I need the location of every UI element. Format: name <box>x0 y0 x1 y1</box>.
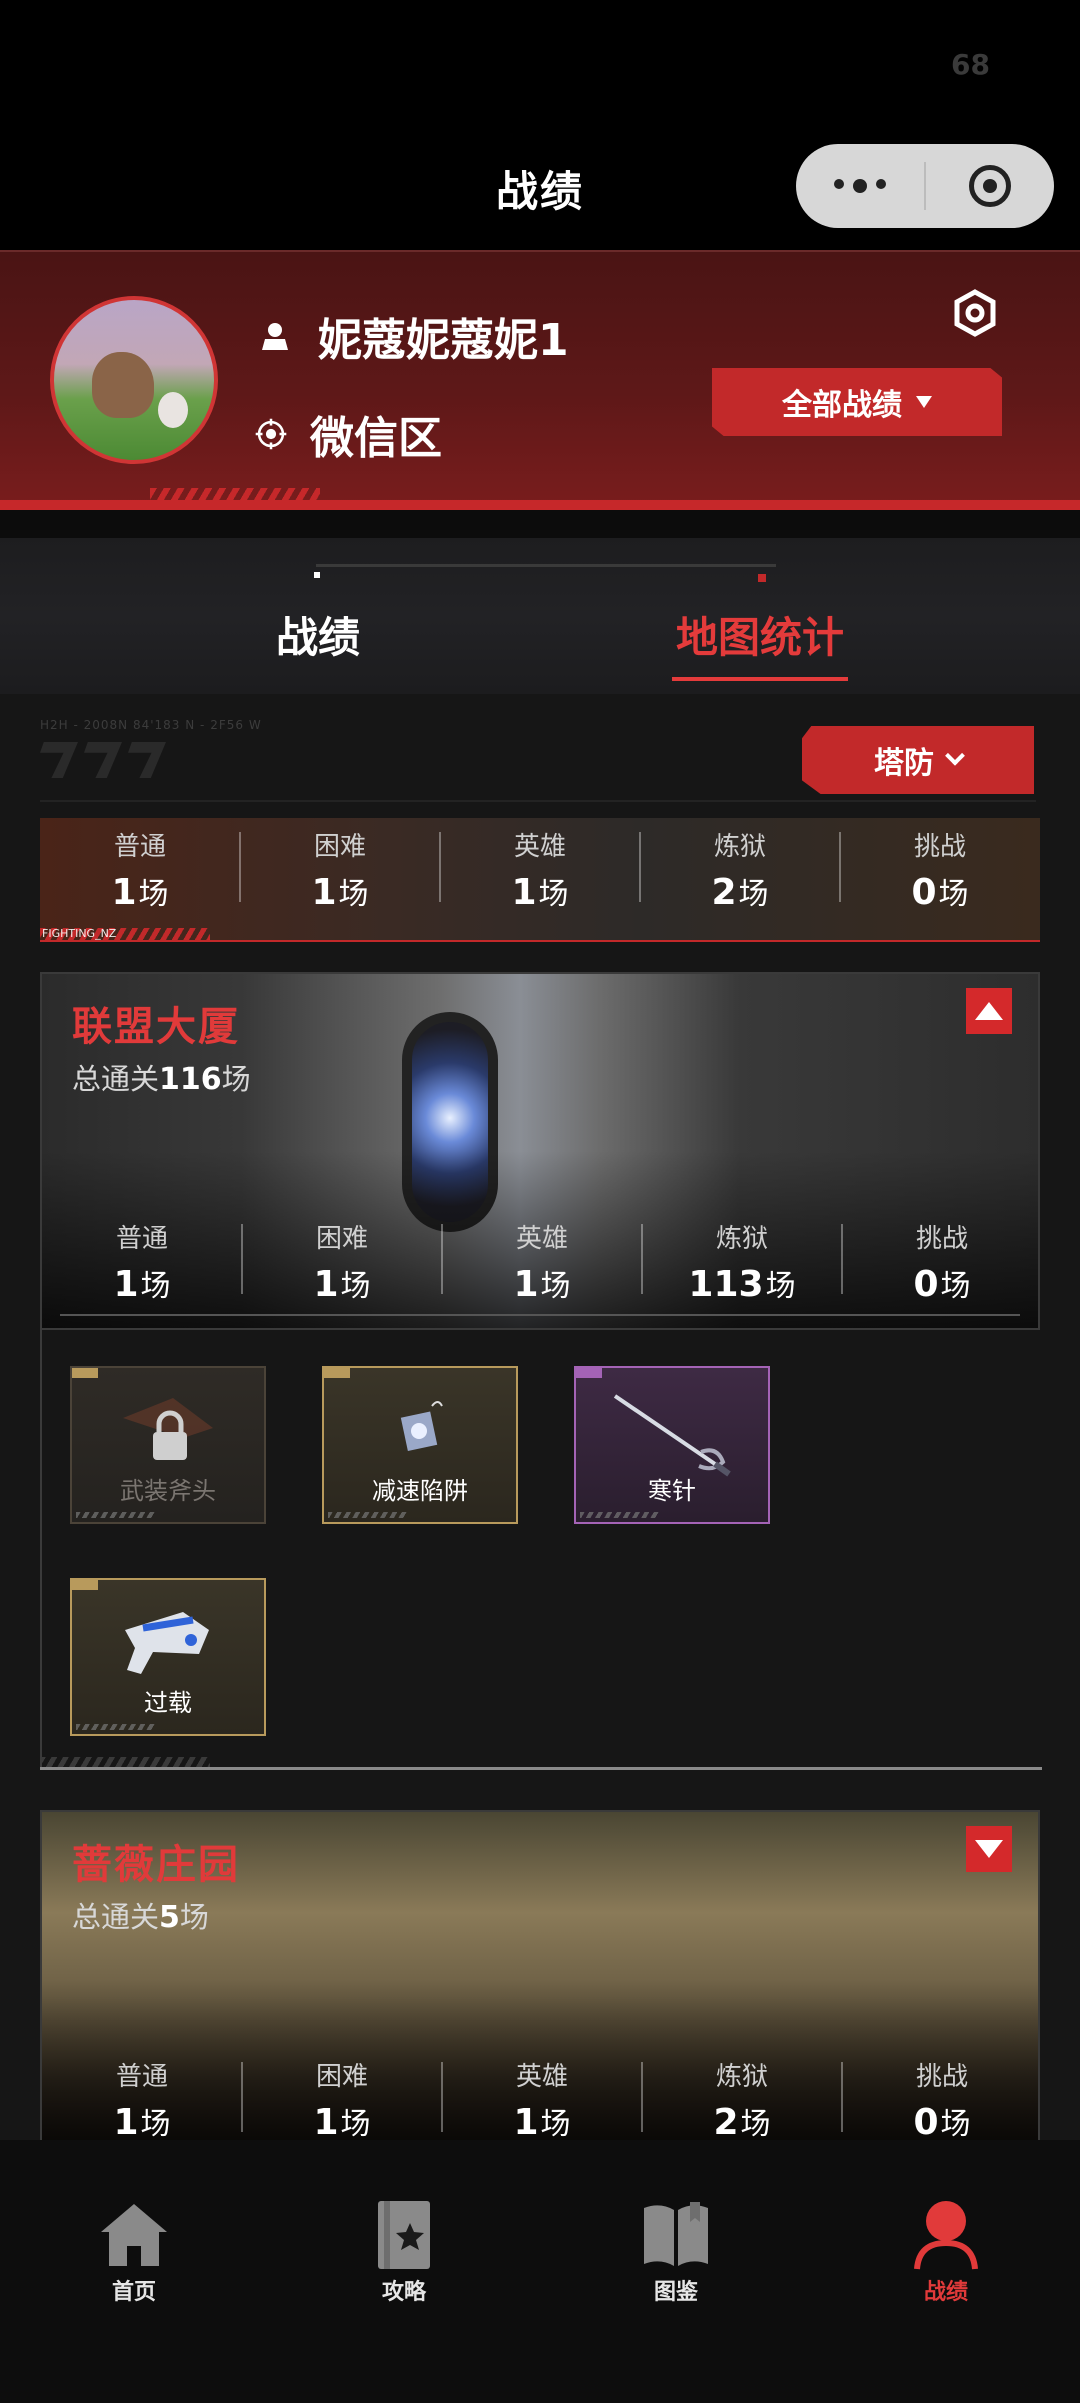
item-card[interactable]: 寒针 <box>574 1366 770 1524</box>
map-stats-row: 普通 1场 困难 1场 英雄 1场 炼狱 2场 挑战 0场 <box>40 822 1040 914</box>
zone-row: 微信区 <box>254 402 442 466</box>
item-card[interactable]: 过载 <box>70 1578 266 1736</box>
more-icon[interactable] <box>796 179 924 193</box>
map-name: 联盟大厦 <box>72 1004 240 1050</box>
guide-book-star-icon <box>334 2198 474 2272</box>
expand-toggle-icon[interactable] <box>966 1826 1012 1872</box>
home-icon <box>64 2198 204 2272</box>
map-total: 总通关116场 <box>72 1062 251 1097</box>
nav-guide[interactable]: 攻略 <box>334 2198 474 2306</box>
open-book-icon <box>606 2198 746 2272</box>
map-card-alliance-building[interactable]: 联盟大厦 总通关116场 普通 1场 困难 1场 英雄 1场 炼狱 113场 挑战 0场 <box>40 972 1040 1330</box>
crosshair-icon <box>254 417 288 451</box>
map-card-partial[interactable]: 普通 1场 困难 1场 英雄 1场 炼狱 2场 挑战 0场 FIGHTING_NZ <box>40 818 1040 942</box>
map-card-rose-manor[interactable]: 蔷薇庄园 总通关5场 普通 1场 困难 1场 英雄 1场 炼狱 2场 挑战 0场 <box>40 1810 1040 2140</box>
player-name: 妮蔻妮蔻妮1 <box>318 315 569 366</box>
tab-map-stats-label: 地图统计 <box>676 613 845 662</box>
item-label: 寒针 <box>648 1477 696 1505</box>
avatar[interactable] <box>50 296 218 464</box>
nav-codex-label: 图鉴 <box>653 2280 698 2305</box>
mode-filter-button[interactable]: 塔防 <box>802 726 1034 794</box>
user-icon <box>876 2198 1016 2272</box>
title-bar: 战绩 <box>0 130 1080 250</box>
close-target-icon[interactable] <box>926 165 1054 207</box>
tab-bar: 战绩 地图统计 <box>0 538 1080 694</box>
nav-home-label: 首页 <box>111 2280 156 2305</box>
item-label: 武装斧头 <box>120 1477 216 1505</box>
status-bar: 68 <box>0 0 1080 130</box>
item-card-locked[interactable]: 武装斧头 <box>70 1366 266 1524</box>
trap-icon <box>380 1388 460 1472</box>
nav-guide-label: 攻略 <box>381 2280 426 2305</box>
item-label: 过载 <box>144 1689 192 1717</box>
map-total: 总通关5场 <box>72 1900 209 1935</box>
mode-filter-label: 塔防 <box>874 746 934 781</box>
bottom-nav: 首页 攻略 图鉴 战绩 <box>0 2140 1080 2403</box>
item-label: 减速陷阱 <box>372 1477 468 1505</box>
zone-name: 微信区 <box>310 413 442 464</box>
all-records-button[interactable]: 全部战绩 <box>712 368 1002 436</box>
lock-icon <box>113 1388 223 1482</box>
chevron-down-icon <box>945 745 965 766</box>
user-icon <box>258 319 292 353</box>
dropdown-arrow-icon <box>916 396 932 408</box>
fighting-tag: FIGHTING_NZ <box>42 927 117 940</box>
status-number: 68 <box>951 48 990 81</box>
nav-home[interactable]: 首页 <box>64 2198 204 2306</box>
map-name: 蔷薇庄园 <box>72 1842 240 1888</box>
deco-code: H2H - 2008N 84'183 N - 2F56 W <box>40 718 262 732</box>
deco-logo <box>40 742 166 778</box>
nav-records-label: 战绩 <box>923 2280 968 2305</box>
item-card[interactable]: 减速陷阱 <box>322 1366 518 1524</box>
all-records-label: 全部战绩 <box>782 388 902 423</box>
settings-hex-icon[interactable] <box>950 288 1000 338</box>
player-name-row: 妮蔻妮蔻妮1 <box>258 304 569 368</box>
tab-records[interactable]: 战绩 <box>276 604 360 665</box>
map-stats-row: 普通 1场 困难 1场 英雄 1场 炼狱 113场 挑战 0场 <box>42 1214 1038 1306</box>
map-stats-row: 普通 1场 困难 1场 英雄 1场 炼狱 2场 挑战 0场 <box>42 2052 1038 2140</box>
collapse-toggle-icon[interactable] <box>966 988 1012 1034</box>
miniprogram-capsule <box>796 144 1054 228</box>
unlock-items: 武装斧头 减速陷阱 寒针 过载 <box>40 1330 1042 1770</box>
profile-header: 妮蔻妮蔻妮1 微信区 全部战绩 <box>0 250 1080 510</box>
tab-map-stats[interactable]: 地图统计 <box>672 604 849 681</box>
overload-gun-icon <box>113 1600 223 1690</box>
nav-records[interactable]: 战绩 <box>876 2198 1016 2306</box>
nav-codex[interactable]: 图鉴 <box>606 2198 746 2306</box>
map-stats-list[interactable]: H2H - 2008N 84'183 N - 2F56 W 塔防 普通 1场 困难… <box>0 694 1080 2140</box>
rapier-icon <box>597 1388 747 1482</box>
